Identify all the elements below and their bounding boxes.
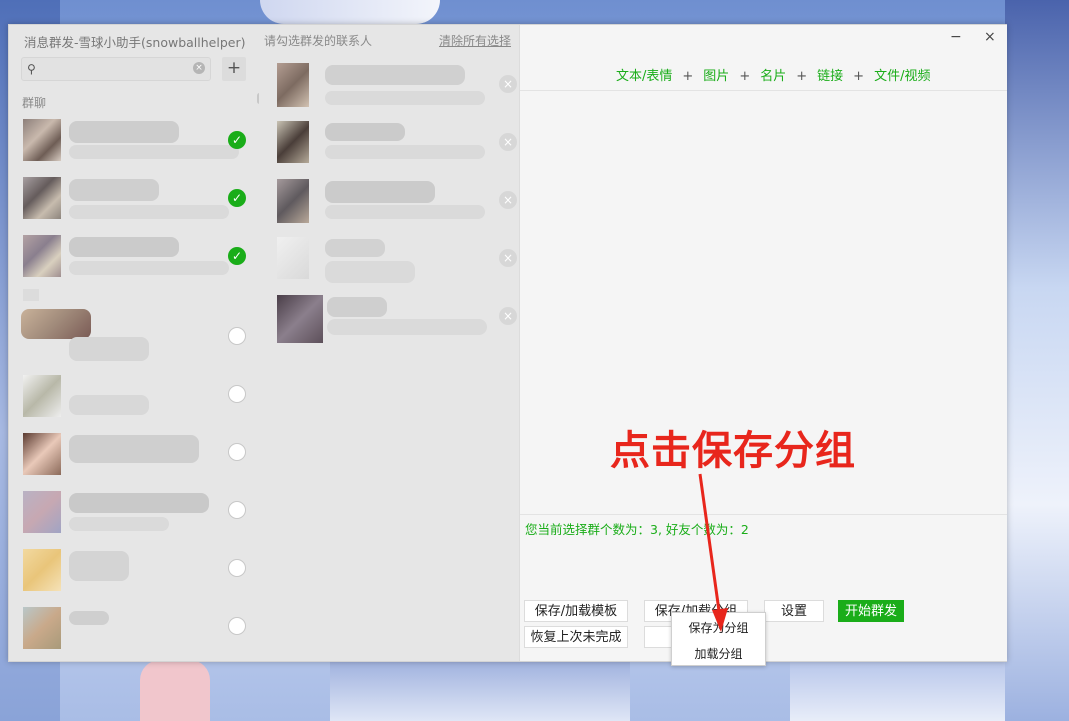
close-button[interactable]: ×: [984, 29, 996, 45]
avatar: [23, 491, 61, 533]
remove-contact-icon[interactable]: ×: [499, 191, 517, 209]
unchecked-icon[interactable]: [228, 617, 246, 635]
message-compose-panel: − × 文本/表情 + 图片 + 名片 + 链接 + 文件/视频 您当前选择群个数为：3, 好友…: [519, 25, 1007, 661]
settings-button[interactable]: 设置: [764, 600, 824, 622]
remove-contact-icon[interactable]: ×: [499, 307, 517, 325]
selected-contacts-heading: 请勾选群发的联系人: [264, 34, 373, 48]
annotation-text: 点击保存分组: [610, 428, 856, 474]
section-label-group-chats: 群聊: [22, 96, 47, 110]
search-icon: ⚲: [27, 62, 36, 76]
image-tab[interactable]: 图片: [703, 69, 729, 84]
unchecked-icon[interactable]: [228, 501, 246, 519]
avatar: [23, 549, 61, 591]
selected-contact-row: ×: [277, 175, 517, 227]
wallpaper-bottom-sky: [330, 660, 630, 721]
contact-row[interactable]: [21, 289, 251, 361]
unchecked-icon[interactable]: [228, 327, 246, 345]
plus-icon: +: [853, 69, 865, 84]
contact-row[interactable]: [21, 371, 251, 421]
load-group-menu-item[interactable]: 加载分组: [672, 645, 765, 662]
avatar: [23, 433, 61, 475]
contact-row[interactable]: ✓: [21, 231, 251, 281]
selected-contact-row: ×: [277, 117, 517, 169]
avatar: [277, 63, 309, 107]
checked-icon[interactable]: ✓: [228, 247, 246, 265]
avatar: [23, 235, 61, 277]
checked-icon[interactable]: ✓: [228, 131, 246, 149]
contact-row[interactable]: [21, 603, 251, 653]
contact-row[interactable]: ✓: [21, 115, 251, 165]
group-dropdown-menu: 保存为分组 加载分组: [671, 612, 766, 666]
avatar: [23, 119, 61, 161]
wallpaper-bottom-sky-right: [790, 660, 1005, 721]
unchecked-icon[interactable]: [228, 443, 246, 461]
selected-contact-row: ×: [277, 233, 517, 285]
start-send-button[interactable]: 开始群发: [838, 600, 904, 622]
content-type-toolbar: 文本/表情 + 图片 + 名片 + 链接 + 文件/视频: [616, 65, 930, 84]
avatar: [277, 179, 309, 223]
wallpaper-figure-leg: [140, 660, 210, 721]
restore-unfinished-button[interactable]: 恢复上次未完成: [524, 626, 628, 648]
app-title: 消息群发-雪球小助手(snowballhelper): [24, 35, 246, 50]
avatar: [277, 121, 309, 163]
checked-icon[interactable]: ✓: [228, 189, 246, 207]
minimize-button[interactable]: −: [950, 29, 962, 45]
selected-contact-row: ×: [277, 291, 517, 343]
wallpaper-top-cloud: [260, 0, 440, 24]
mass-message-window: 消息群发-雪球小助手(snowballhelper) ⚲ × + 群聊 ✓ ✓ …: [8, 24, 1007, 662]
plus-icon: +: [796, 69, 808, 84]
avatar: [277, 295, 323, 343]
save-group-menu-item[interactable]: 保存为分组: [672, 619, 765, 636]
unchecked-icon[interactable]: [228, 559, 246, 577]
contact-row[interactable]: ✓: [21, 173, 251, 223]
selected-contact-row: ×: [277, 59, 517, 111]
search-input[interactable]: ⚲ ×: [21, 57, 211, 81]
remove-contact-icon[interactable]: ×: [499, 133, 517, 151]
wallpaper-right: [1005, 0, 1069, 721]
clear-all-link[interactable]: 清除所有选择: [439, 32, 511, 49]
clear-search-icon[interactable]: ×: [193, 62, 205, 74]
save-load-template-button[interactable]: 保存/加载模板: [524, 600, 628, 622]
contact-row[interactable]: [21, 429, 251, 479]
avatar: [23, 177, 61, 219]
selection-status-text: 您当前选择群个数为：3, 好友个数为：2: [525, 522, 749, 537]
contact-row[interactable]: [21, 545, 251, 595]
link-tab[interactable]: 链接: [817, 69, 843, 84]
text-emoji-tab[interactable]: 文本/表情: [616, 69, 672, 84]
plus-icon: +: [682, 69, 694, 84]
file-video-tab[interactable]: 文件/视频: [874, 69, 930, 84]
remove-contact-icon[interactable]: ×: [499, 75, 517, 93]
card-tab[interactable]: 名片: [760, 69, 786, 84]
avatar: [23, 607, 61, 649]
add-button[interactable]: +: [222, 57, 246, 81]
remove-contact-icon[interactable]: ×: [499, 249, 517, 267]
contact-list-panel: 消息群发-雪球小助手(snowballhelper) ⚲ × + 群聊 ✓ ✓ …: [9, 25, 262, 661]
avatar: [23, 375, 61, 417]
plus-icon: +: [739, 69, 751, 84]
unchecked-icon[interactable]: [228, 385, 246, 403]
selected-contacts-panel: 请勾选群发的联系人 清除所有选择 × × × × ×: [259, 25, 519, 661]
contact-row[interactable]: [21, 487, 251, 537]
avatar: [23, 289, 39, 301]
avatar: [277, 237, 309, 279]
